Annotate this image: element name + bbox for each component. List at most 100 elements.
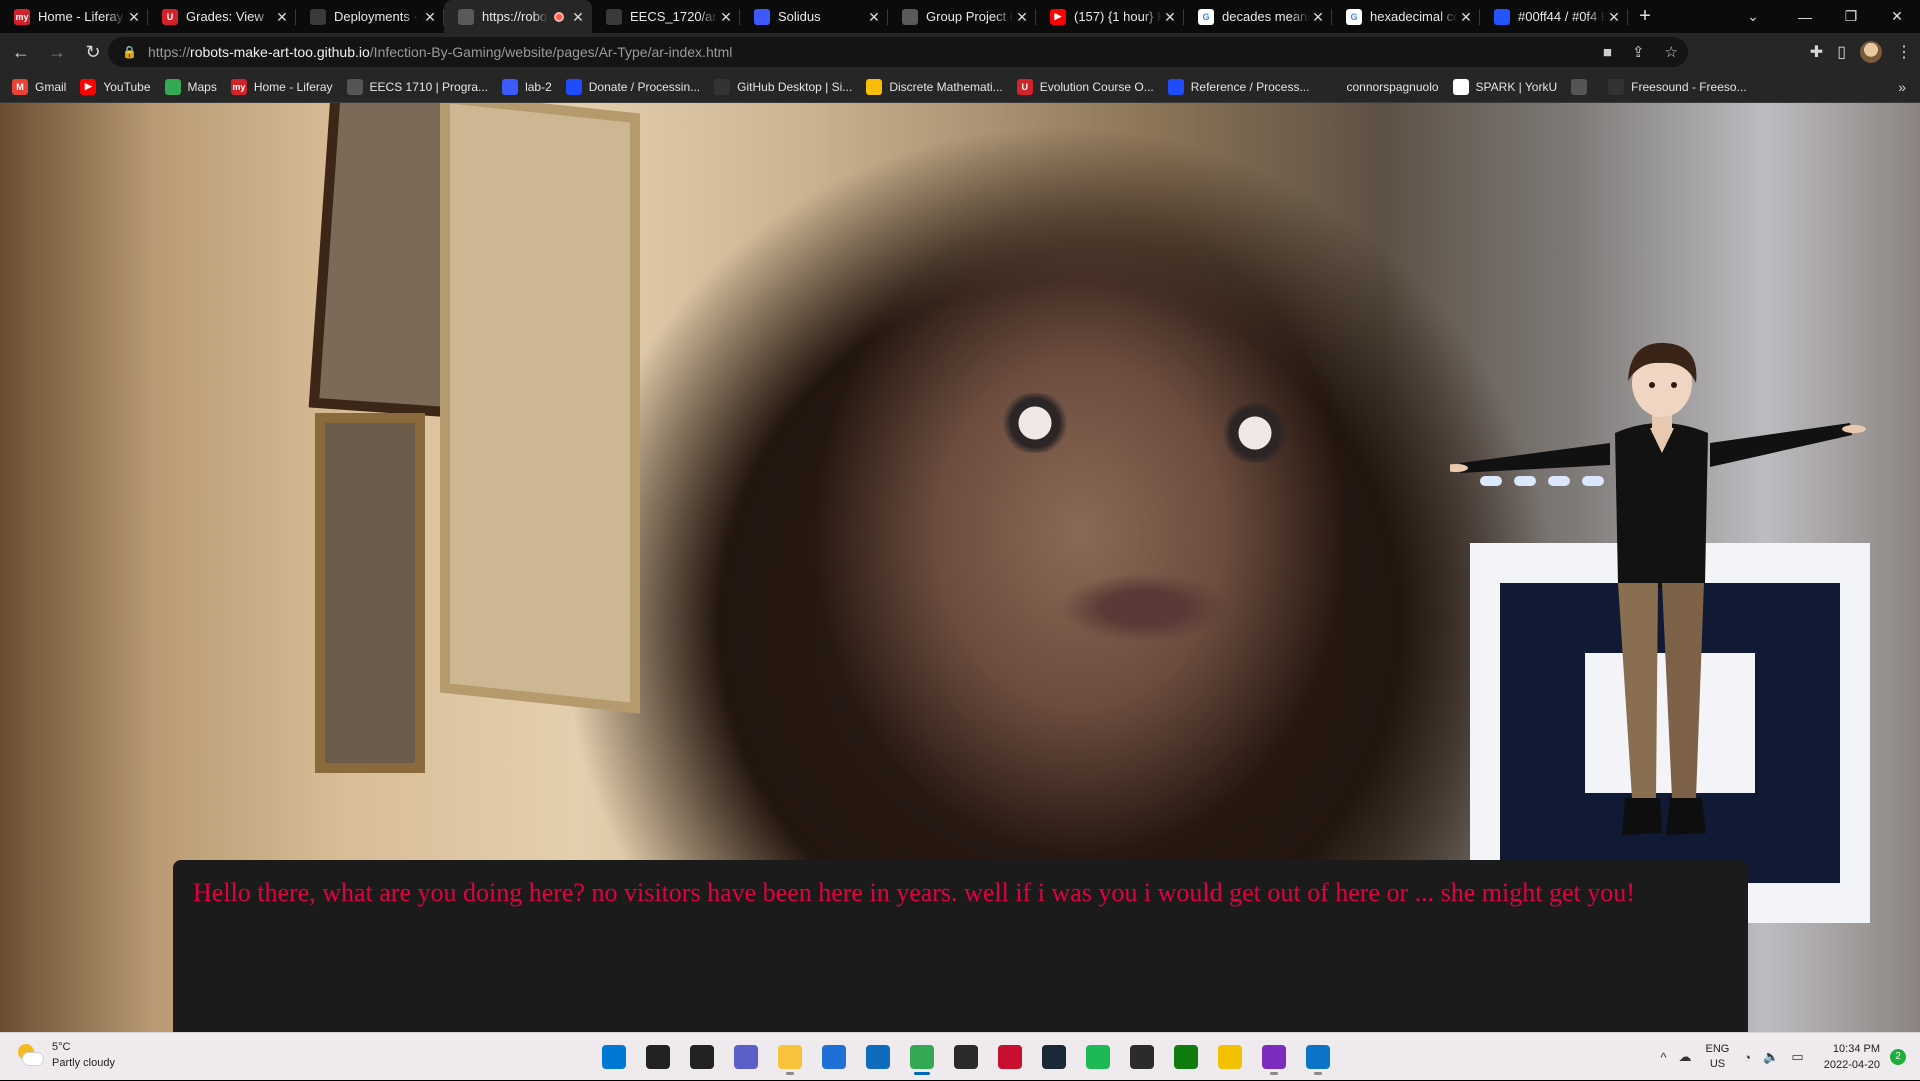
profile-avatar[interactable] [1860,41,1882,63]
maps-icon [164,78,181,95]
bookmark-item[interactable]: SPARK | YorkU [1452,78,1557,95]
taskbar-app[interactable] [768,1039,812,1075]
restore-button[interactable]: ❐ [1828,0,1874,33]
extensions-icon[interactable]: ✚ [1810,42,1823,62]
menu-kebab-icon[interactable]: ⋮ [1896,42,1912,62]
chrome-icon [910,1045,934,1069]
browser-tab[interactable]: #00ff44 / #0f4 H ✕ [1480,0,1628,33]
window-controls: — ❐ ✕ [1782,0,1920,33]
language-indicator[interactable]: ENG US [1706,1042,1730,1072]
taskbar-app[interactable] [812,1039,856,1075]
taskbar-app[interactable] [1032,1039,1076,1075]
running-indicator [914,1072,930,1075]
taskbar-app[interactable] [1208,1039,1252,1075]
taskbar-app[interactable] [1120,1039,1164,1075]
close-tab-icon[interactable]: ✕ [866,9,882,25]
close-tab-icon[interactable]: ✕ [126,9,142,25]
browser-tab[interactable]: Deployments · r ✕ [296,0,444,33]
bookmark-item[interactable]: M Gmail [12,78,67,95]
share-icon[interactable]: ⇪ [1632,43,1645,61]
taskbar-app[interactable] [724,1039,768,1075]
tab-search-icon[interactable]: ⌄ [1736,0,1770,33]
bookmark-label: Maps [187,79,217,94]
bookmark-item[interactable]: connorspagnuolo [1323,78,1439,95]
close-tab-icon[interactable]: ✕ [718,9,734,25]
taskbar-app[interactable] [856,1039,900,1075]
taskbar-app[interactable] [988,1039,1032,1075]
tab-list: my Home - Liferay ✕ U Grades: View ✕ Deploymen… [0,0,1628,33]
browser-tab[interactable]: ▶ (157) {1 hour} K ✕ [1036,0,1184,33]
minimize-button[interactable]: — [1782,0,1828,33]
taskbar-app[interactable] [680,1039,724,1075]
close-tab-icon[interactable]: ✕ [1310,9,1326,25]
reload-button[interactable]: ↻ [78,37,108,67]
bookmark-item[interactable]: EECS 1710 | Progra... [346,78,489,95]
taskbar-app[interactable] [1252,1039,1296,1075]
wifi-icon[interactable]: ◔ [1743,1050,1751,1065]
lock-icon[interactable]: 🔒 [122,45,137,59]
taskbar-app[interactable] [592,1039,636,1075]
browser-tab[interactable]: Ghexadecimal co ✕ [1332,0,1480,33]
close-tab-icon[interactable]: ✕ [1162,9,1178,25]
browser-tab[interactable]: my Home - Liferay ✕ [0,0,148,33]
battery-icon[interactable]: ▭ [1791,1049,1803,1065]
new-tab-button[interactable]: + [1628,0,1662,33]
clock[interactable]: 10:34 PM 2022-04-20 [1824,1041,1880,1073]
browser-tab[interactable]: Gdecades meanin ✕ [1184,0,1332,33]
back-button[interactable]: ← [6,37,36,67]
browser-tab[interactable]: EECS_1720/ar-g✕ [592,0,740,33]
side-panel-icon[interactable]: ▯ [1837,42,1846,62]
taskbar-app[interactable] [1164,1039,1208,1075]
youtube-icon: ▶ [80,78,97,95]
close-tab-icon[interactable]: ✕ [1014,9,1030,25]
address-bar[interactable]: 🔒 https://robots-make-art-too.github.io /… [108,37,1688,67]
steam-icon [1042,1045,1066,1069]
taskbar-app[interactable] [1296,1039,1340,1075]
close-tab-icon[interactable]: ✕ [274,9,290,25]
running-indicator [1314,1072,1322,1075]
bookmark-star-icon[interactable]: ☆ [1665,43,1678,61]
show-hidden-icons-icon[interactable]: ^ [1660,1050,1666,1065]
close-tab-icon[interactable]: ✕ [1458,9,1474,25]
bookmark-item[interactable]: Maps [164,78,217,95]
close-tab-icon[interactable]: ✕ [570,9,586,25]
notification-badge[interactable]: 2 [1890,1049,1906,1065]
taskbar-app[interactable] [1076,1039,1120,1075]
camera-in-use-icon[interactable]: ■ [1603,44,1612,61]
bookmark-item[interactable]: Donate / Processin... [565,78,700,95]
weather-widget[interactable]: 5°C Partly cloudy [16,1039,115,1071]
browser-tab[interactable]: Solidus ✕ [740,0,888,33]
search-icon [646,1045,670,1069]
close-tab-icon[interactable]: ✕ [1606,9,1622,25]
bookmark-item[interactable]: lab-2 [502,78,552,95]
forward-button[interactable]: → [42,37,72,67]
bookmark-item[interactable]: my Home - Liferay [230,78,333,95]
taskbar-app[interactable] [944,1039,988,1075]
close-tab-icon[interactable]: ✕ [422,9,438,25]
volume-icon[interactable]: 🔈 [1763,1049,1779,1065]
browser-tab[interactable]: U Grades: View ✕ [148,0,296,33]
browser-tab[interactable]: https://robo ✕ [444,0,592,33]
globe-icon [458,8,474,25]
bookmark-label: EECS 1710 | Progra... [369,79,489,94]
bookmark-item[interactable]: Reference / Process... [1167,78,1309,95]
bookmark-item[interactable]: Discrete Mathemati... [866,78,1003,95]
bookmark-item[interactable]: GitHub Desktop | Si... [714,78,852,95]
browser-tab[interactable]: Group Project in ✕ [888,0,1036,33]
bookmark-item[interactable]: Freesound - Freeso... [1608,78,1747,95]
taskbar-app[interactable] [900,1039,944,1075]
store-icon [822,1045,846,1069]
bookmark-item[interactable] [1571,78,1594,95]
media-player-icon [1130,1045,1154,1069]
bookmarks-overflow-icon[interactable]: » [1898,71,1906,103]
mouth [1060,573,1230,643]
taskbar-app[interactable] [636,1039,680,1075]
bookmark-label: Gmail [35,79,67,94]
tab-title: (157) {1 hour} K [1074,9,1162,24]
close-window-button[interactable]: ✕ [1874,0,1920,33]
bookmarks-bar: M Gmail ▶ YouTube Maps my Home - Liferay EECS 1… [0,71,1920,103]
bookmark-item[interactable]: ▶ YouTube [80,78,151,95]
bookmark-item[interactable]: U Evolution Course O... [1016,78,1154,95]
onedrive-icon[interactable]: ☁ [1679,1049,1692,1065]
tab-title: Home - Liferay [38,9,124,24]
